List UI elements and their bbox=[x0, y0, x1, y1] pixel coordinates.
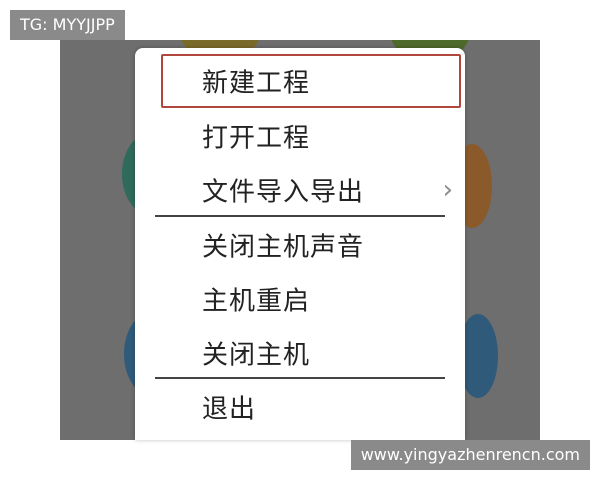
menu-item-exit[interactable]: 退出 bbox=[135, 380, 465, 434]
menu-item-label: 退出 bbox=[202, 394, 257, 425]
menu-item-label: 主机重启 bbox=[202, 286, 311, 317]
menu-item-label: 新建工程 bbox=[202, 68, 311, 99]
menu-item-label: 关闭主机 bbox=[202, 340, 311, 371]
menu-divider bbox=[155, 215, 445, 217]
watermark-site-url: www.yingyazhenrencn.com bbox=[350, 440, 590, 470]
menu-divider bbox=[155, 377, 445, 379]
menu-item-new-project[interactable]: 新建工程 bbox=[161, 54, 461, 108]
screen: 新建工程 打开工程 文件导入导出 › 关闭主机声音 主机重启 关闭主机 退出 T… bbox=[0, 0, 600, 480]
chevron-right-icon: › bbox=[442, 175, 453, 205]
menu-item-restart-host[interactable]: 主机重启 bbox=[135, 272, 465, 326]
watermark-tag: TG: MYYJJPP bbox=[10, 10, 125, 40]
menu-item-mute-host-sound[interactable]: 关闭主机声音 bbox=[135, 218, 465, 272]
menu-item-file-import-export[interactable]: 文件导入导出 › bbox=[135, 163, 465, 217]
popup-menu: 新建工程 打开工程 文件导入导出 › 关闭主机声音 主机重启 关闭主机 退出 bbox=[135, 48, 465, 440]
menu-item-label: 关闭主机声音 bbox=[202, 232, 365, 263]
menu-item-shutdown-host[interactable]: 关闭主机 bbox=[135, 326, 465, 380]
menu-item-open-project[interactable]: 打开工程 bbox=[135, 109, 465, 163]
menu-item-label: 打开工程 bbox=[202, 123, 311, 154]
menu-item-label: 文件导入导出 bbox=[202, 177, 365, 208]
